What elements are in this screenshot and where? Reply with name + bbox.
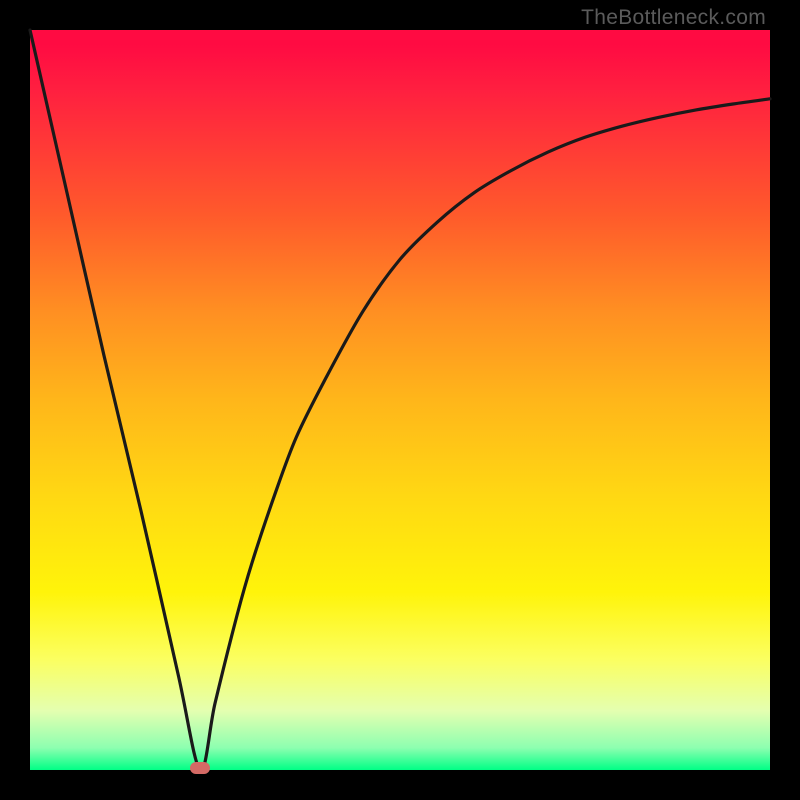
bottleneck-curve — [30, 30, 770, 770]
minimum-marker — [190, 762, 210, 774]
plot-area — [30, 30, 770, 770]
watermark-text: TheBottleneck.com — [581, 6, 766, 30]
